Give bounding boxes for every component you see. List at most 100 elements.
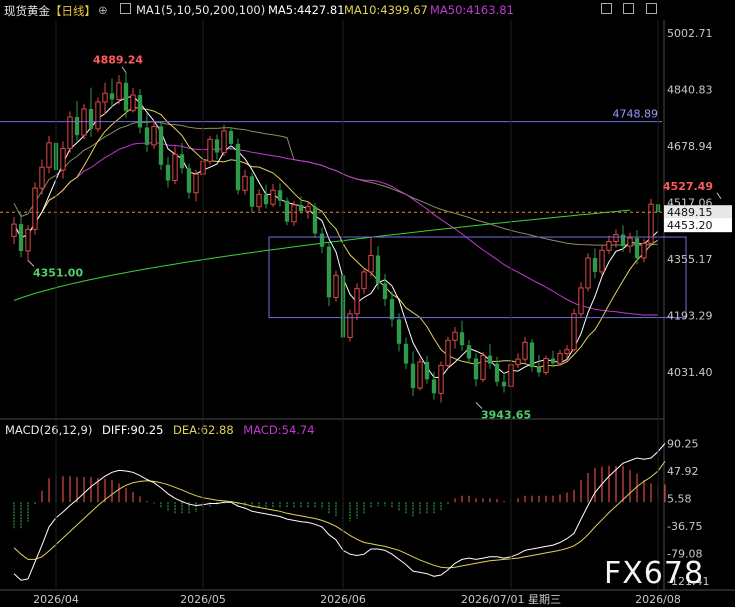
price-tick-label: 4678.94 [667, 140, 713, 153]
candle-body [557, 353, 563, 364]
macd-tick-label: 47.92 [667, 465, 699, 478]
candle-body [515, 358, 521, 366]
price-annotation: 3943.65 [481, 409, 531, 422]
candle-body [480, 355, 486, 380]
candle-body [585, 257, 591, 289]
candle-body [186, 168, 192, 193]
grid [0, 20, 735, 591]
time-tick-label: 2026/07/01 星期三 [461, 593, 561, 606]
candle-body [88, 108, 94, 129]
candle-body [221, 130, 227, 154]
candle-body [333, 274, 339, 298]
candle-body [242, 175, 248, 191]
candle-body [214, 139, 220, 153]
candle-body [424, 361, 430, 380]
candle-body [438, 364, 444, 394]
watermark-logo: FX678 [604, 556, 705, 591]
candle-body [60, 147, 66, 171]
time-tick-label: 2026/06 [320, 593, 366, 606]
candle-body [410, 363, 416, 389]
candle-body [445, 339, 451, 366]
candle-body [165, 164, 171, 181]
price-axis: 5002.71 4840.83 4678.94 4517.06 4355.17 4193.… [667, 27, 713, 588]
ma200-line [13, 209, 631, 301]
candle-body [25, 228, 31, 252]
candle-body [550, 358, 556, 364]
candle-body [284, 200, 290, 222]
price-annotation: 4527.49 [663, 180, 713, 193]
candle-body [473, 358, 479, 380]
candle-body [137, 95, 143, 128]
candle-body [606, 241, 612, 251]
candle-body [11, 223, 17, 237]
macd-tick-label: 90.25 [667, 438, 699, 451]
candle-body [158, 126, 164, 165]
candle-body [522, 341, 528, 360]
candle-body [74, 116, 80, 136]
candle-body [452, 331, 458, 341]
price-tick-label: 4193.29 [667, 309, 713, 322]
price-annotation: 4889.24 [93, 54, 143, 67]
candle-body [95, 101, 101, 130]
candle-body [466, 345, 472, 359]
candle-body [564, 349, 570, 355]
time-tick-label: 2026/04 [33, 593, 79, 606]
candle-body [543, 357, 549, 373]
macd-tick-label: -36.75 [667, 520, 702, 533]
candle-body [431, 379, 437, 394]
candle-body [151, 125, 157, 146]
price-chart[interactable]: 4748.894489.154453.204889.244351.003943.… [0, 0, 735, 607]
ma5-tag-label: 4453.20 [667, 219, 713, 232]
resistance-label: 4748.89 [613, 108, 659, 121]
candle-body [459, 332, 465, 346]
candle-body [396, 319, 402, 344]
candle-body [109, 93, 115, 100]
ma100-line [13, 121, 659, 246]
candle-body [179, 154, 185, 169]
candle-body [529, 342, 535, 368]
candle-body [389, 299, 395, 320]
price-tick-label: 4517.06 [667, 196, 713, 209]
candle-body [368, 255, 374, 273]
candle-body [130, 94, 136, 112]
candle-body [172, 153, 178, 181]
candle-body [32, 187, 38, 230]
candle-body [627, 237, 633, 247]
candle-body [312, 206, 318, 234]
candle-body [207, 138, 213, 162]
candle-body [228, 130, 234, 144]
candles [11, 72, 661, 403]
candle-body [403, 343, 409, 364]
candle-body [620, 234, 626, 247]
candle-body [326, 246, 332, 298]
candle-body [298, 204, 304, 212]
candle-body [578, 287, 584, 315]
candle-body [144, 127, 150, 145]
candle-body [116, 82, 122, 101]
candle-body [592, 257, 598, 272]
candle-body [263, 194, 269, 205]
price-annotation: 4351.00 [33, 266, 83, 279]
candle-body [354, 288, 360, 315]
candle-body [382, 283, 388, 300]
candle-body [375, 255, 381, 284]
candle-body [501, 381, 507, 387]
candle-body [613, 234, 619, 243]
candle-body [634, 238, 640, 258]
price-tick-label: 4031.40 [667, 366, 713, 379]
candle-body [193, 173, 199, 194]
candle-body [536, 367, 542, 373]
candle-body [123, 82, 129, 111]
candle-body [46, 142, 52, 168]
candle-body [319, 233, 325, 247]
price-tick-label: 5002.71 [667, 27, 713, 40]
candle-body [277, 190, 283, 201]
candle-body [249, 176, 255, 207]
price-tick-label: 4840.83 [667, 83, 713, 96]
candle-body [291, 204, 297, 223]
time-tick-label: 2026/08 [635, 593, 681, 606]
annotation-leader [716, 192, 722, 200]
candle-body [256, 193, 262, 208]
macd-dea-line [13, 461, 666, 569]
price-tick-label: 4355.17 [667, 253, 713, 266]
